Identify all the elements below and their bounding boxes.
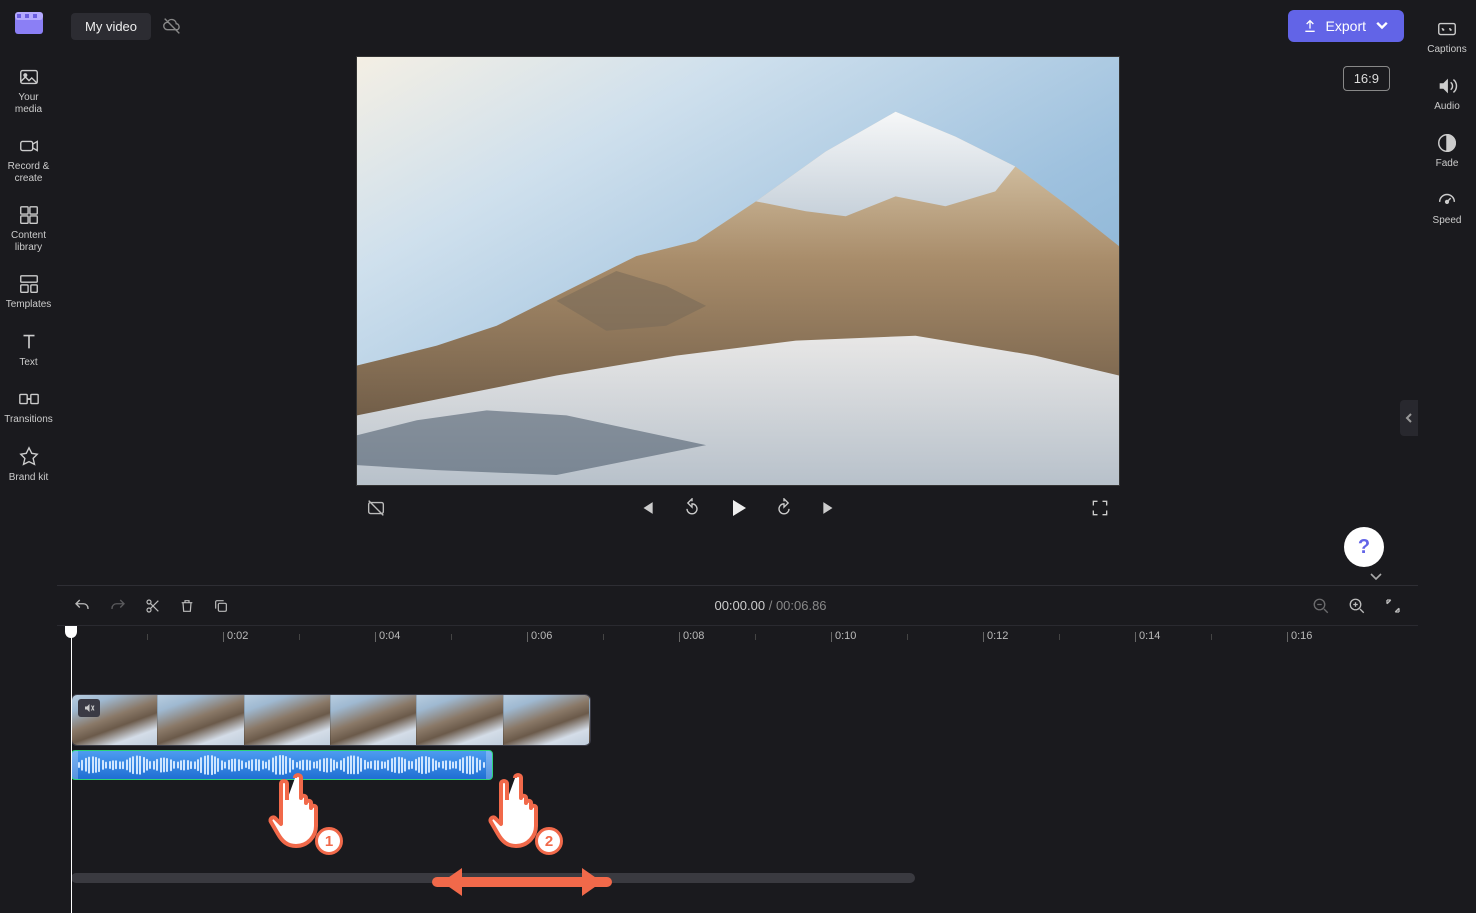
rewind-5-icon[interactable] — [680, 496, 704, 520]
right-label: Captions — [1427, 44, 1466, 55]
time-display: 00:00.00 / 00:06.86 — [714, 598, 826, 613]
timeline-toolbar: 00:00.00 / 00:06.86 — [57, 585, 1418, 625]
undo-icon[interactable] — [73, 597, 91, 615]
sidebar-item-transitions[interactable]: Transitions — [3, 380, 55, 436]
annotation-hand-1: 1 — [267, 770, 337, 855]
help-button[interactable]: ? — [1344, 527, 1384, 567]
upload-icon — [1302, 18, 1318, 34]
ruler-tick-label: 0:04 — [379, 630, 400, 642]
left-sidebar: Your media Record & create Content libra… — [0, 0, 57, 913]
split-icon[interactable] — [145, 598, 161, 614]
video-clip[interactable] — [71, 694, 591, 746]
sidebar-item-text[interactable]: Text — [3, 323, 55, 379]
sidebar-label: Content library — [5, 230, 53, 253]
collapse-preview-icon[interactable] — [1368, 569, 1384, 587]
clip-mute-icon[interactable] — [78, 699, 100, 717]
sidebar-label: Record & create — [5, 161, 53, 184]
timeline-area[interactable]: 0:02 0:04 0:06 0:08 0:10 0:12 0:14 0:16 (Audio)… — [57, 625, 1418, 913]
ruler-tick-label: 0:14 — [1139, 630, 1160, 642]
ruler-tick-label: 0:02 — [227, 630, 248, 642]
project-title[interactable]: My video — [71, 13, 151, 40]
right-item-speed[interactable]: Speed — [1420, 179, 1474, 236]
fullscreen-icon[interactable] — [1088, 496, 1112, 520]
top-bar: My video Export — [57, 0, 1418, 52]
ruler-tick-label: 0:06 — [531, 630, 552, 642]
right-label: Fade — [1436, 158, 1459, 169]
main-area: My video Export 16:9 — [57, 0, 1418, 913]
preview-region: 16:9 — [57, 52, 1418, 585]
annotation-badge-1: 1 — [315, 827, 343, 855]
right-label: Speed — [1433, 215, 1462, 226]
zoom-in-icon[interactable] — [1348, 597, 1366, 615]
redo-icon[interactable] — [109, 597, 127, 615]
annotation-badge-2: 2 — [535, 827, 563, 855]
timeline-tracks: (Audio) My video (17) — [71, 694, 1418, 746]
cloud-sync-off-icon[interactable] — [161, 15, 183, 37]
forward-5-icon[interactable] — [772, 496, 796, 520]
sidebar-label: Transitions — [4, 414, 53, 426]
sidebar-item-templates[interactable]: Templates — [3, 265, 55, 321]
zoom-out-icon[interactable] — [1312, 597, 1330, 615]
right-sidebar: Captions Audio Fade Speed — [1418, 0, 1476, 913]
preview-controls — [356, 486, 1120, 526]
hide-overlay-icon[interactable] — [364, 496, 388, 520]
right-panel-expand[interactable] — [1400, 400, 1418, 436]
right-item-fade[interactable]: Fade — [1420, 122, 1474, 179]
app-logo[interactable] — [13, 10, 45, 38]
sidebar-label: Text — [19, 357, 37, 369]
sidebar-item-brand-kit[interactable]: Brand kit — [3, 438, 55, 494]
annotation-hand-2: 2 — [487, 770, 557, 855]
export-button[interactable]: Export — [1288, 10, 1404, 42]
right-item-audio[interactable]: Audio — [1420, 65, 1474, 122]
skip-forward-icon[interactable] — [818, 496, 842, 520]
aspect-ratio-button[interactable]: 16:9 — [1343, 66, 1390, 91]
right-label: Audio — [1434, 101, 1460, 112]
timeline-ruler[interactable]: 0:02 0:04 0:06 0:08 0:10 0:12 0:14 0:16 — [71, 626, 1418, 654]
sidebar-item-your-media[interactable]: Your media — [3, 58, 55, 125]
duplicate-icon[interactable] — [213, 598, 229, 614]
sidebar-label: Your media — [5, 92, 53, 115]
preview-canvas[interactable] — [356, 56, 1120, 486]
right-item-captions[interactable]: Captions — [1420, 8, 1474, 65]
ruler-tick-label: 0:12 — [987, 630, 1008, 642]
sidebar-item-content-library[interactable]: Content library — [3, 196, 55, 263]
skip-back-icon[interactable] — [634, 496, 658, 520]
sidebar-label: Brand kit — [9, 472, 48, 484]
delete-icon[interactable] — [179, 598, 195, 614]
preview-image — [357, 57, 1119, 485]
ruler-tick-label: 0:08 — [683, 630, 704, 642]
play-button[interactable] — [726, 496, 750, 520]
playhead[interactable] — [71, 626, 72, 913]
annotation-drag-arrow — [417, 862, 627, 907]
ruler-tick-label: 0:16 — [1291, 630, 1312, 642]
ruler-tick-label: 0:10 — [835, 630, 856, 642]
zoom-fit-icon[interactable] — [1384, 597, 1402, 615]
sidebar-item-record-create[interactable]: Record & create — [3, 127, 55, 194]
chevron-down-icon — [1374, 18, 1390, 34]
sidebar-label: Templates — [6, 299, 52, 311]
